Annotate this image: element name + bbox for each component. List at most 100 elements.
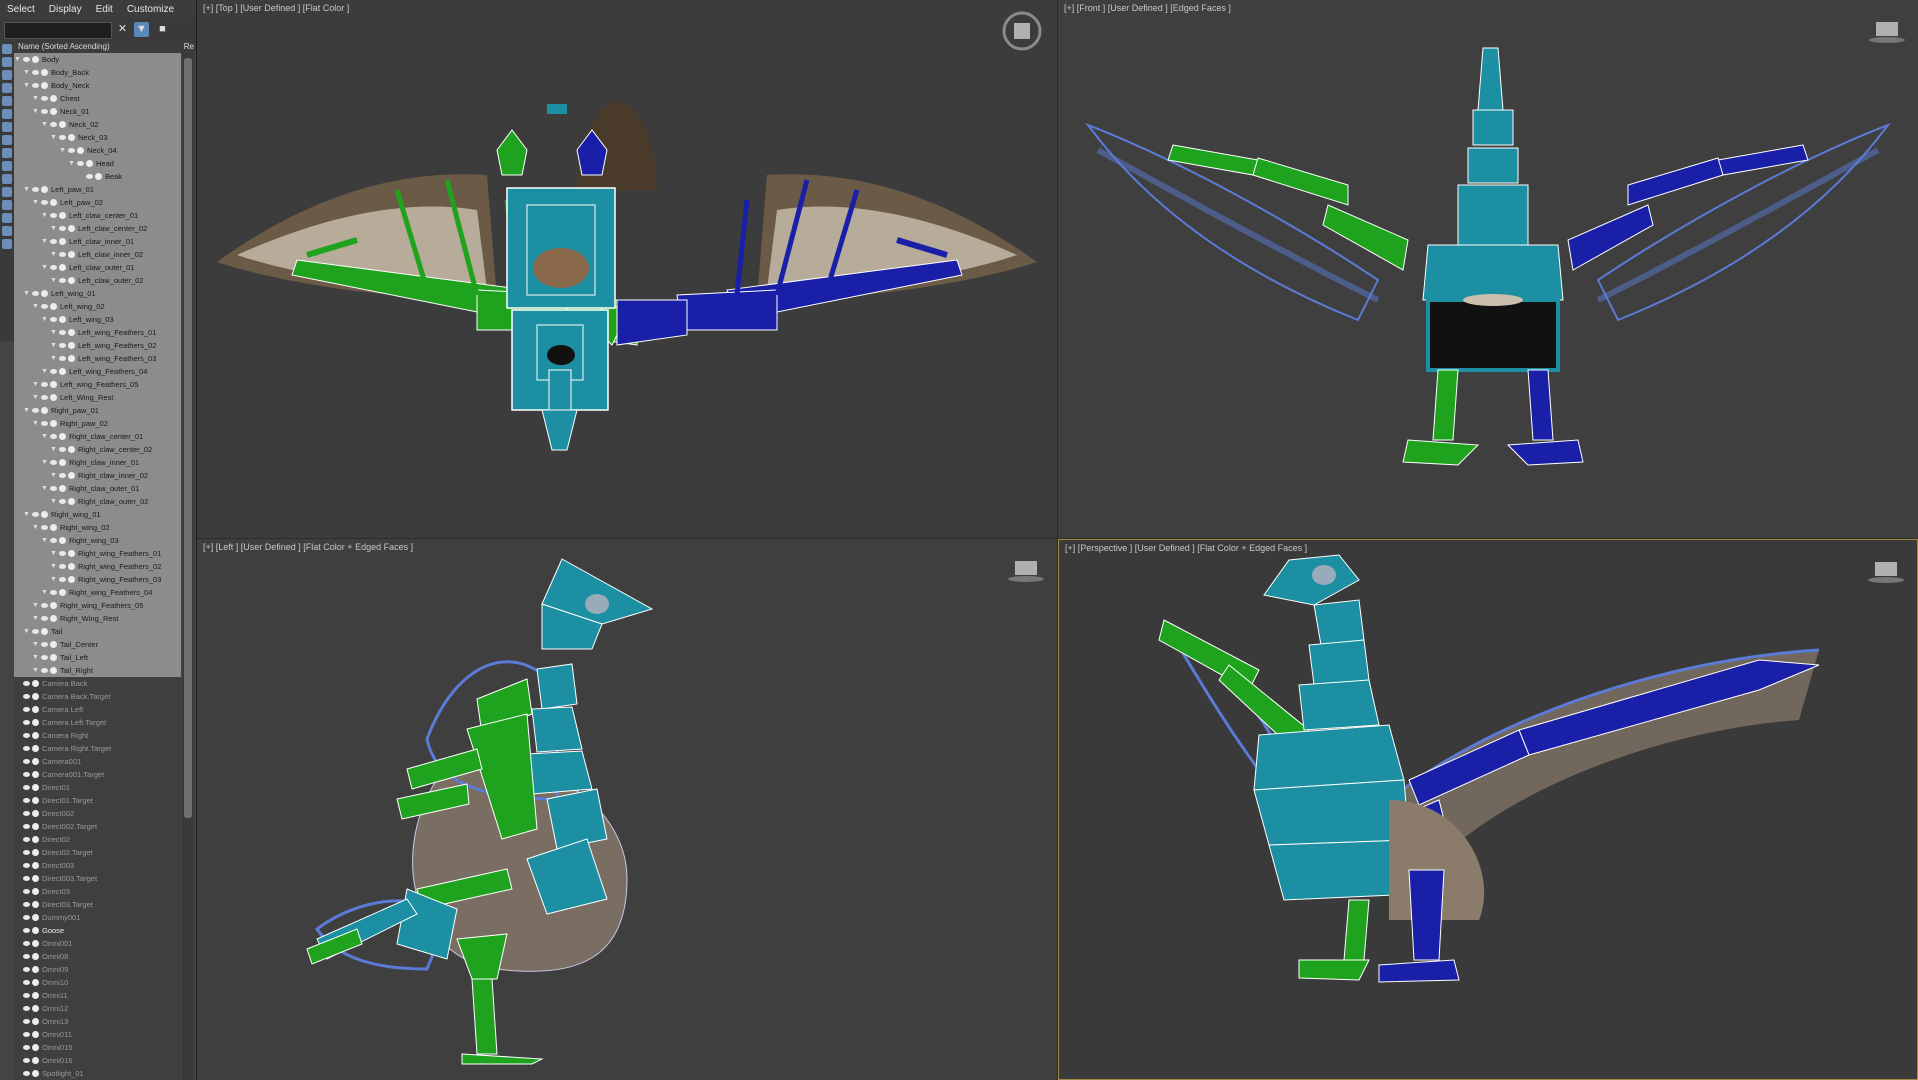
visibility-eye-icon[interactable] [23,785,30,790]
visibility-eye-icon[interactable] [41,616,48,621]
tree-row[interactable]: ▼ Right_wing_Feathers_02 [14,560,181,573]
visibility-eye-icon[interactable] [41,395,48,400]
tree-row[interactable]: ▼ Left_wing_Feathers_02 [14,339,181,352]
visibility-eye-icon[interactable] [59,577,66,582]
tree-row[interactable]: ▼ Tail_Right [14,664,181,677]
clear-icon[interactable]: ✕ [115,22,130,37]
expand-arrow-icon[interactable]: ▼ [50,560,57,573]
expand-arrow-icon[interactable]: ▼ [50,274,57,287]
tree-row[interactable]: Direct01 [14,781,181,794]
expand-arrow-icon[interactable]: ▼ [41,482,48,495]
tree-row[interactable]: Camera Right.Target [14,742,181,755]
visibility-eye-icon[interactable] [32,187,39,192]
tree-row[interactable]: Omni11 [14,989,181,1002]
visibility-eye-icon[interactable] [68,148,75,153]
expand-arrow-icon[interactable]: ▼ [32,638,39,651]
toolstrip-filter-icon[interactable] [2,187,12,197]
expand-arrow-icon[interactable]: ▼ [32,417,39,430]
visibility-eye-icon[interactable] [32,291,39,296]
tree-row[interactable]: ▼ Right_claw_outer_01 [14,482,181,495]
visibility-eye-icon[interactable] [32,83,39,88]
expand-arrow-icon[interactable]: ▼ [23,625,30,638]
tree-row[interactable]: Direct003.Target [14,872,181,885]
tree-row[interactable]: Direct002 [14,807,181,820]
toolstrip-filter-icon[interactable] [2,161,12,171]
visibility-eye-icon[interactable] [41,421,48,426]
toolstrip-filter-icon[interactable] [2,135,12,145]
expand-arrow-icon[interactable]: ▼ [32,521,39,534]
toolstrip-filter-icon[interactable] [2,226,12,236]
expand-arrow-icon[interactable]: ▼ [23,287,30,300]
tree-row[interactable]: Spotlight_01 [14,1067,181,1080]
tree-row[interactable]: ▼ Left_claw_center_02 [14,222,181,235]
expand-arrow-icon[interactable]: ▼ [41,313,48,326]
toolstrip-filter-icon[interactable] [2,200,12,210]
tree-row[interactable]: Direct02.Target [14,846,181,859]
tree-row[interactable]: ▼ Left_claw_outer_01 [14,261,181,274]
expand-arrow-icon[interactable]: ▼ [41,118,48,131]
tree-row[interactable]: ▼ Left_claw_inner_01 [14,235,181,248]
visibility-eye-icon[interactable] [23,980,30,985]
tree-row[interactable]: Direct02 [14,833,181,846]
expand-arrow-icon[interactable]: ▼ [50,495,57,508]
tree-row[interactable]: ▼ Body_Neck [14,79,181,92]
tree-row[interactable]: ▼ Right_wing_01 [14,508,181,521]
tree-row[interactable]: ▼ Body [14,53,181,66]
tree-row[interactable]: Omni10 [14,976,181,989]
viewport-left[interactable]: [+] [Left ] [User Defined ] [Flat Color … [197,539,1057,1080]
expand-arrow-icon[interactable]: ▼ [14,53,21,66]
visibility-eye-icon[interactable] [23,1071,30,1076]
visibility-eye-icon[interactable] [23,941,30,946]
visibility-eye-icon[interactable] [41,668,48,673]
expand-arrow-icon[interactable]: ▼ [32,391,39,404]
tree-row[interactable]: ▼ Left_claw_inner_02 [14,248,181,261]
visibility-eye-icon[interactable] [41,304,48,309]
tree-row[interactable]: ▼ Tail_Center [14,638,181,651]
expand-arrow-icon[interactable]: ▼ [32,612,39,625]
visibility-eye-icon[interactable] [59,473,66,478]
visibility-eye-icon[interactable] [23,850,30,855]
tree-row[interactable]: Omni08 [14,950,181,963]
visibility-eye-icon[interactable] [50,122,57,127]
visibility-eye-icon[interactable] [50,538,57,543]
visibility-eye-icon[interactable] [23,928,30,933]
tree-row[interactable]: Camera Back [14,677,181,690]
expand-arrow-icon[interactable]: ▼ [32,378,39,391]
visibility-eye-icon[interactable] [41,382,48,387]
tree-row[interactable]: Omni13 [14,1015,181,1028]
expand-arrow-icon[interactable]: ▼ [50,131,57,144]
tree-row[interactable]: ▼ Neck_02 [14,118,181,131]
visibility-eye-icon[interactable] [23,772,30,777]
visibility-eye-icon[interactable] [23,889,30,894]
tree-row[interactable]: ▼ Right_claw_inner_01 [14,456,181,469]
visibility-eye-icon[interactable] [59,499,66,504]
viewport-front[interactable]: [+] [Front ] [User Defined ] [Edged Face… [1058,0,1918,538]
tree-row[interactable]: ▼ Left_wing_02 [14,300,181,313]
visibility-eye-icon[interactable] [59,226,66,231]
search-input[interactable] [4,22,112,39]
expand-arrow-icon[interactable]: ▼ [50,248,57,261]
expand-arrow-icon[interactable]: ▼ [32,92,39,105]
toolstrip-filter-icon[interactable] [2,109,12,119]
expand-arrow-icon[interactable]: ▼ [23,508,30,521]
expand-arrow-icon[interactable]: ▼ [41,456,48,469]
visibility-eye-icon[interactable] [23,707,30,712]
tree-row[interactable]: ▼ Left_wing_Feathers_03 [14,352,181,365]
expand-arrow-icon[interactable]: ▼ [32,651,39,664]
expand-arrow-icon[interactable]: ▼ [50,352,57,365]
expand-arrow-icon[interactable]: ▼ [23,183,30,196]
tree-row[interactable]: Camera Left.Target [14,716,181,729]
tree-row[interactable]: ▼ Right_wing_Feathers_03 [14,573,181,586]
visibility-eye-icon[interactable] [50,239,57,244]
visibility-eye-icon[interactable] [23,876,30,881]
visibility-eye-icon[interactable] [23,681,30,686]
expand-arrow-icon[interactable]: ▼ [50,443,57,456]
visibility-eye-icon[interactable] [86,174,93,179]
visibility-eye-icon[interactable] [59,356,66,361]
tree-row[interactable]: ▼ Left_wing_Feathers_01 [14,326,181,339]
expand-arrow-icon[interactable]: ▼ [50,547,57,560]
viewport-perspective[interactable]: [+] [Perspective ] [User Defined ] [Flat… [1058,539,1918,1080]
tree-row[interactable]: ▼ Tail_Left [14,651,181,664]
scroll-thumb[interactable] [184,58,192,818]
tree-row[interactable]: ▼ Tail [14,625,181,638]
